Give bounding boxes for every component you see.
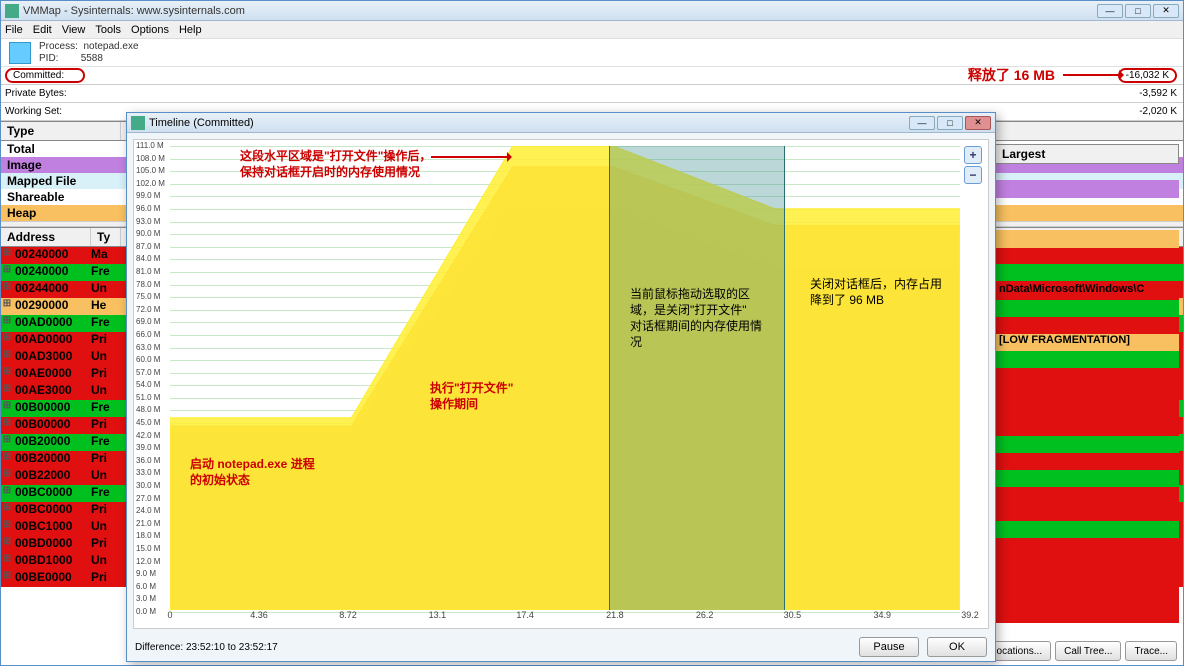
arrow-right-icon	[1063, 74, 1123, 76]
trace-button[interactable]: Trace...	[1125, 641, 1177, 661]
main-titlebar[interactable]: VMMap - Sysinternals: www.sysinternals.c…	[1, 1, 1183, 21]
timeline-footer: Difference: 23:52:10 to 23:52:17 Pause O…	[127, 635, 995, 659]
call-tree-button[interactable]: Call Tree...	[1055, 641, 1121, 661]
zoom-in-button[interactable]: +	[964, 146, 982, 164]
zoom-controls: + −	[964, 146, 982, 184]
details-row[interactable]	[995, 385, 1179, 402]
menu-tools[interactable]: Tools	[95, 24, 121, 36]
x-axis: 04.368.7213.117.421.826.230.534.939.2	[170, 610, 960, 624]
timeline-title: Timeline (Committed)	[149, 117, 909, 129]
arrow-icon	[431, 156, 511, 158]
details-row[interactable]	[995, 538, 1179, 555]
details-row[interactable]	[995, 300, 1179, 317]
menu-help[interactable]: Help	[179, 24, 202, 36]
details-row[interactable]	[995, 453, 1179, 470]
timeline-titlebar[interactable]: Timeline (Committed) — □ ✕	[127, 113, 995, 133]
fill-orange	[995, 230, 1179, 248]
maximize-button[interactable]: □	[1125, 4, 1151, 18]
menu-file[interactable]: File	[5, 24, 23, 36]
process-info: Process: notepad.exe PID: 5588	[1, 39, 1183, 67]
details-row[interactable]	[995, 521, 1179, 538]
details-row[interactable]	[995, 470, 1179, 487]
details-row[interactable]	[995, 419, 1179, 436]
timeline-icon	[131, 116, 145, 130]
main-menu: File Edit View Tools Options Help	[1, 21, 1183, 39]
pause-button[interactable]: Pause	[859, 637, 919, 657]
menu-options[interactable]: Options	[131, 24, 169, 36]
annot-3: 启动 notepad.exe 进程的初始状态	[190, 456, 315, 488]
zoom-out-button[interactable]: −	[964, 166, 982, 184]
details-row[interactable]: nData\Microsoft\Windows\C	[995, 283, 1179, 300]
main-title: VMMap - Sysinternals: www.sysinternals.c…	[23, 5, 1097, 17]
fill-purple	[995, 180, 1179, 198]
menu-edit[interactable]: Edit	[33, 24, 52, 36]
timeline-chart[interactable]: 0.0 M3.0 M6.0 M9.0 M12.0 M15.0 M18.0 M21…	[133, 139, 989, 629]
tl-close-button[interactable]: ✕	[965, 116, 991, 130]
close-button[interactable]: ✕	[1153, 4, 1179, 18]
process-icon	[9, 42, 31, 64]
selection-region[interactable]	[609, 146, 784, 610]
private-bytes-row: Private Bytes: -3,592 K	[1, 85, 1183, 103]
details-row[interactable]	[995, 555, 1179, 572]
details-row[interactable]	[995, 436, 1179, 453]
details-row[interactable]	[995, 589, 1179, 606]
plot-area[interactable]: 这段水平区域是"打开文件"操作后， 保持对话框开启时的内存使用情况 执行"打开文…	[170, 146, 960, 610]
largest-column: Largest	[995, 144, 1179, 248]
tl-minimize-button[interactable]: —	[909, 116, 935, 130]
tl-maximize-button[interactable]: □	[937, 116, 963, 130]
details-row[interactable]	[995, 317, 1179, 334]
menu-view[interactable]: View	[62, 24, 86, 36]
app-icon	[5, 4, 19, 18]
details-column: nData\Microsoft\Windows\C [LOW FRAGMENTAT…	[995, 283, 1179, 623]
details-row[interactable]	[995, 487, 1179, 504]
details-row[interactable]	[995, 572, 1179, 589]
details-row[interactable]	[995, 351, 1179, 368]
details-row[interactable]	[995, 504, 1179, 521]
ok-button[interactable]: OK	[927, 637, 987, 657]
release-annotation: 释放了 16 MB	[968, 65, 1123, 85]
details-row[interactable]	[995, 368, 1179, 385]
annot-5: 关闭对话框后，内存占用 降到了 96 MB	[810, 276, 970, 308]
details-row[interactable]: [LOW FRAGMENTATION]	[995, 334, 1179, 351]
timeline-window: Timeline (Committed) — □ ✕ 0.0 M3.0 M6.0…	[126, 112, 996, 662]
annot-2: 执行"打开文件"操作期间	[430, 380, 513, 412]
difference-label: Difference: 23:52:10 to 23:52:17	[135, 642, 851, 653]
y-axis: 0.0 M3.0 M6.0 M9.0 M12.0 M15.0 M18.0 M21…	[134, 140, 170, 610]
details-row[interactable]	[995, 402, 1179, 419]
annot-4: 当前鼠标拖动选取的区 域，是关闭"打开文件" 对话框期间的内存使用情 况	[630, 286, 780, 350]
details-row[interactable]	[995, 606, 1179, 623]
minimize-button[interactable]: —	[1097, 4, 1123, 18]
annot-1: 这段水平区域是"打开文件"操作后， 保持对话框开启时的内存使用情况	[240, 148, 511, 180]
